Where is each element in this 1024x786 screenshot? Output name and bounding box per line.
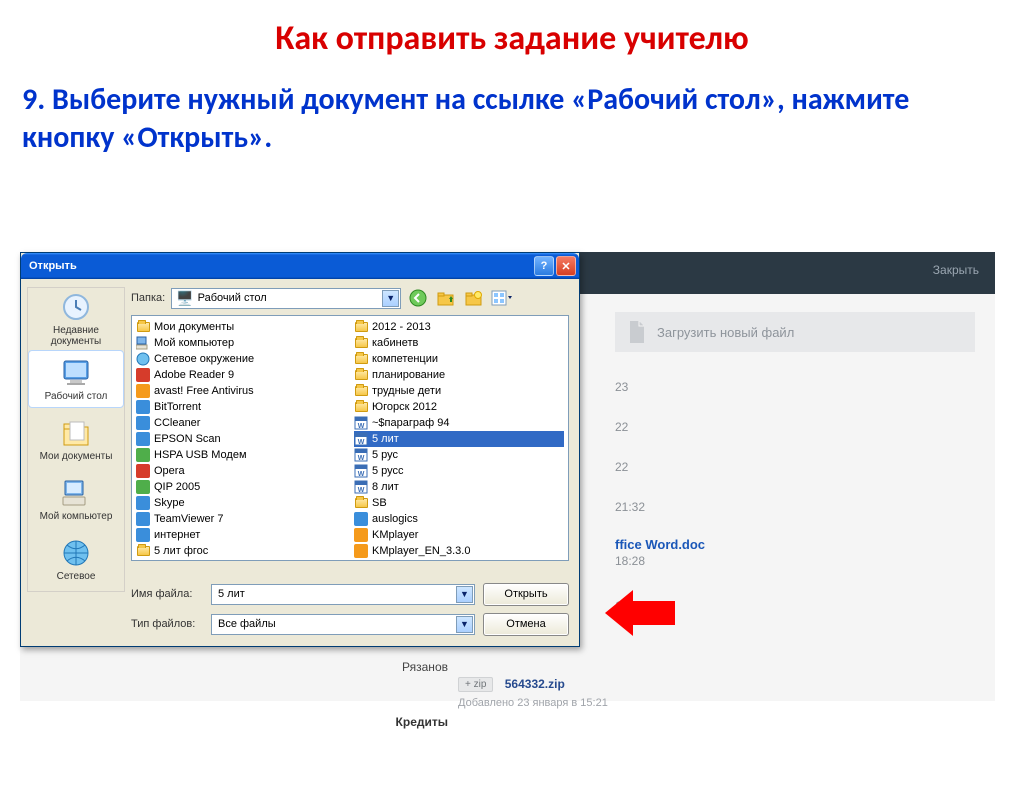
file-item[interactable]: HSPA USB Модем: [136, 447, 346, 463]
place-mycomp[interactable]: Мой компьютер: [28, 470, 124, 528]
filename-input[interactable]: 5 лит ▼: [211, 584, 475, 605]
slide-title: Как отправить задание учителю: [0, 18, 1024, 59]
places-bar: Недавние документы Рабочий стол Мои доку…: [27, 287, 125, 592]
file-item[interactable]: KMplayer: [354, 527, 564, 543]
bg-name-2: Кредиты: [358, 715, 448, 729]
file-list[interactable]: Мои документыМой компьютерСетевое окруже…: [131, 315, 569, 561]
chip-zip[interactable]: + zip: [458, 677, 493, 692]
filetype-value: Все файлы: [218, 618, 276, 630]
bg-time-3: 22: [615, 460, 835, 474]
file-icon: [627, 321, 647, 343]
open-button[interactable]: Открыть: [483, 583, 569, 606]
file-item[interactable]: Adobe Reader 9: [136, 367, 346, 383]
added-text: Добавлено 23 января в 15:21: [458, 697, 608, 709]
file-item[interactable]: SB: [354, 495, 564, 511]
chevron-down-icon[interactable]: ▼: [382, 290, 399, 307]
file-item[interactable]: avast! Free Antivirus: [136, 383, 346, 399]
file-item[interactable]: W5 русс: [354, 463, 564, 479]
bg-bottom-list: Рязанов + zip 564332.zip Добавлено 23 ян…: [358, 660, 608, 732]
svg-text:W: W: [358, 471, 365, 478]
place-label: Недавние документы: [29, 325, 123, 347]
file-item[interactable]: TeamViewer 7: [136, 511, 346, 527]
file-item[interactable]: BitTorrent: [136, 399, 346, 415]
up-button[interactable]: [435, 287, 457, 309]
svg-text:W: W: [358, 423, 365, 430]
back-button[interactable]: [407, 287, 429, 309]
file-item[interactable]: трудные дети: [354, 383, 564, 399]
chevron-down-icon[interactable]: ▼: [456, 586, 473, 603]
file-item[interactable]: CCleaner: [136, 415, 346, 431]
bg-time-5: 18:28: [615, 554, 835, 568]
bg-word-link[interactable]: ffice Word.doc: [615, 537, 835, 552]
filename-label: Имя файла:: [131, 588, 203, 600]
file-item[interactable]: компетенции: [354, 351, 564, 367]
red-arrow-annotation: [605, 590, 675, 636]
file-item[interactable]: планирование: [354, 367, 564, 383]
file-item[interactable]: QIP 2005: [136, 479, 346, 495]
dialog-titlebar: Открыть ? ✕: [21, 253, 579, 279]
place-label: Рабочий стол: [45, 391, 108, 402]
dialog-bottom: Имя файла: 5 лит ▼ Открыть Тип файлов: В…: [131, 582, 569, 636]
zip-link[interactable]: 564332.zip: [505, 677, 565, 691]
mydocs-icon: [60, 417, 92, 449]
desktop-place-icon: [60, 357, 92, 389]
bg-time-1: 23: [615, 380, 835, 394]
place-recent[interactable]: Недавние документы: [28, 290, 124, 348]
place-desktop[interactable]: Рабочий стол: [28, 350, 124, 408]
close-button[interactable]: ✕: [556, 256, 576, 276]
desktop-icon: 🖥️: [176, 290, 193, 307]
file-item[interactable]: auslogics: [354, 511, 564, 527]
file-item[interactable]: интернет: [136, 527, 346, 543]
file-item[interactable]: Мой компьютер: [136, 335, 346, 351]
views-button[interactable]: [491, 287, 513, 309]
mycomp-icon: [60, 477, 92, 509]
svg-text:W: W: [358, 439, 365, 446]
folder-value: Рабочий стол: [198, 292, 267, 304]
place-label: Мой компьютер: [40, 511, 113, 522]
cancel-button[interactable]: Отмена: [483, 613, 569, 636]
file-item[interactable]: Югорск 2012: [354, 399, 564, 415]
network-icon: [60, 537, 92, 569]
place-network[interactable]: Сетевое: [28, 530, 124, 588]
filetype-label: Тип файлов:: [131, 618, 203, 630]
chevron-down-icon[interactable]: ▼: [456, 616, 473, 633]
file-item[interactable]: кабинетв: [354, 335, 564, 351]
file-item[interactable]: 5 лит фгос: [136, 543, 346, 559]
place-mydocs[interactable]: Мои документы: [28, 410, 124, 468]
folder-combo[interactable]: 🖥️ Рабочий стол ▼: [171, 288, 401, 309]
bg-name-1: Рязанов: [358, 660, 448, 674]
place-label: Сетевое: [57, 571, 96, 582]
folder-label: Папка:: [131, 292, 165, 304]
dialog-title-text: Открыть: [29, 260, 77, 272]
bg-close-link[interactable]: Закрыть: [933, 263, 979, 277]
upload-new-file[interactable]: Загрузить новый файл: [615, 312, 975, 352]
file-item[interactable]: W5 лит: [354, 431, 564, 447]
new-folder-button[interactable]: [463, 287, 485, 309]
file-item[interactable]: KMplayer_EN_3.3.0: [354, 543, 564, 559]
place-label: Мои документы: [40, 451, 113, 462]
file-item[interactable]: W~$параграф 94: [354, 415, 564, 431]
file-item[interactable]: EPSON Scan: [136, 431, 346, 447]
bg-time-4: 21:32: [615, 500, 835, 514]
svg-text:W: W: [358, 455, 365, 462]
open-dialog: Открыть ? ✕ Папка: 🖥️ Рабочий стол ▼ Нед…: [20, 252, 580, 647]
file-item[interactable]: W8 лит: [354, 479, 564, 495]
help-button[interactable]: ?: [534, 256, 554, 276]
svg-text:W: W: [358, 487, 365, 494]
bg-time-2: 22: [615, 420, 835, 434]
upload-label: Загрузить новый файл: [657, 325, 794, 340]
file-item[interactable]: Opera: [136, 463, 346, 479]
file-item[interactable]: Сетевое окружение: [136, 351, 346, 367]
filename-value: 5 лит: [218, 588, 245, 600]
file-item[interactable]: 2012 - 2013: [354, 319, 564, 335]
recent-icon: [60, 291, 92, 323]
file-item[interactable]: W5 рус: [354, 447, 564, 463]
file-item[interactable]: Мои документы: [136, 319, 346, 335]
file-item[interactable]: Skype: [136, 495, 346, 511]
filetype-combo[interactable]: Все файлы ▼: [211, 614, 475, 635]
step-instruction: 9. Выберите нужный документ на ссылке «Р…: [22, 81, 1002, 158]
